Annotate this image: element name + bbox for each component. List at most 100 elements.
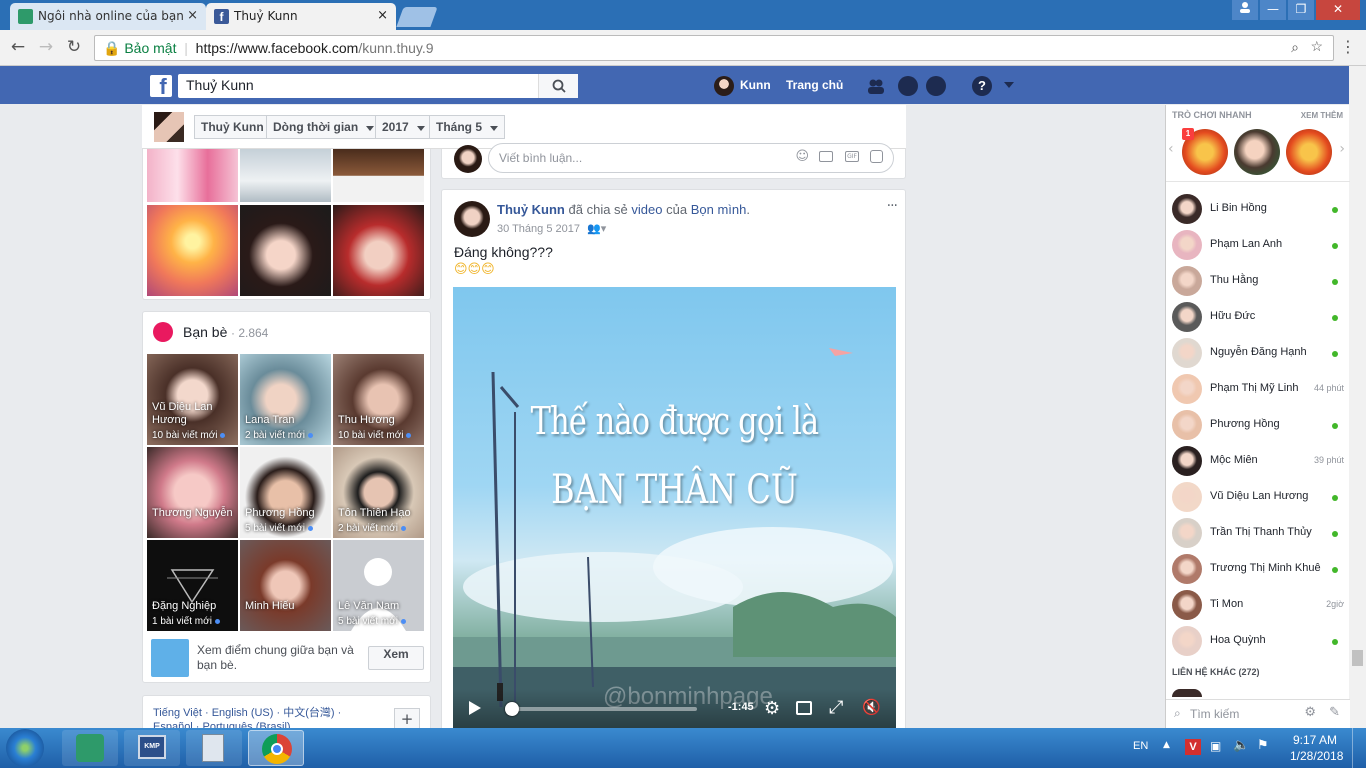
- audience-friends-icon[interactable]: 👥▾: [587, 222, 606, 235]
- games-next-chevron-icon[interactable]: ›: [1339, 141, 1345, 157]
- chat-contact[interactable]: Hoa Quỳnh: [1172, 623, 1348, 659]
- friend-tile[interactable]: Lana Tran 2 bài viết mới: [240, 354, 331, 445]
- post-options-button[interactable]: ···: [887, 198, 898, 214]
- clock-date[interactable]: 1/28/2018: [1290, 749, 1343, 763]
- profile-icon[interactable]: [1232, 0, 1258, 20]
- messenger-icon[interactable]: [898, 76, 918, 96]
- chrome-menu-icon[interactable]: ⋮: [1336, 36, 1360, 60]
- tab-facebook[interactable]: f Thuỷ Kunn ×: [206, 3, 396, 30]
- user-avatar[interactable]: [714, 76, 734, 96]
- games-prev-chevron-icon[interactable]: ‹: [1168, 141, 1174, 157]
- game-tile[interactable]: [1286, 129, 1332, 175]
- friend-tile[interactable]: Đặng Nghiệp 1 bài viết mới: [147, 540, 238, 631]
- see-more-games-link[interactable]: XEM THÊM: [1301, 111, 1343, 120]
- chat-contact[interactable]: Thu Hằng: [1172, 263, 1348, 299]
- restore-button[interactable]: ❐: [1288, 0, 1314, 20]
- action-center-flag-icon[interactable]: ⚑: [1257, 738, 1269, 753]
- see-friendship-button[interactable]: Xem: [368, 646, 424, 670]
- page-scrollbar[interactable]: [1349, 66, 1366, 728]
- sticker-icon[interactable]: [870, 150, 883, 163]
- account-menu-chevron-icon[interactable]: [1004, 82, 1014, 88]
- facebook-logo-icon[interactable]: f: [150, 75, 172, 99]
- chat-contact[interactable]: Trần Thị Thanh Thủy: [1172, 515, 1348, 551]
- chat-contact[interactable]: Phạm Thị Mỹ Linh 44 phút: [1172, 371, 1348, 407]
- friends-title[interactable]: Bạn bè: [183, 324, 227, 340]
- friend-tile[interactable]: Minh Hiếu: [240, 540, 331, 631]
- post-date-link[interactable]: 30 Tháng 5 2017: [497, 223, 580, 235]
- timeline-dropdown[interactable]: Dòng thời gian: [266, 115, 382, 139]
- month-dropdown[interactable]: Tháng 5: [429, 115, 506, 139]
- taskbar-calculator-app[interactable]: [186, 730, 242, 766]
- comment-input[interactable]: Viết bình luận... ☺ GIF: [488, 143, 894, 173]
- close-tab-icon[interactable]: ×: [377, 8, 388, 23]
- device-tray-icon[interactable]: ▣: [1210, 739, 1221, 753]
- post-author-avatar[interactable]: [454, 201, 490, 237]
- photo-thumbnail[interactable]: [240, 205, 331, 296]
- chat-contact[interactable]: Phương Hồng: [1172, 407, 1348, 443]
- zoom-icon[interactable]: ⌕: [1291, 39, 1299, 56]
- chat-search-bar[interactable]: ⌕ Tìm kiếm ⚙ ✎: [1166, 699, 1350, 728]
- video-progress-knob[interactable]: [505, 702, 519, 716]
- friend-tile[interactable]: Lê Văn Nam 5 bài viết mới: [333, 540, 424, 631]
- friend-tile[interactable]: Phương Hồng 5 bài viết mới: [240, 447, 331, 538]
- reload-icon[interactable]: ↻: [62, 36, 86, 60]
- settings-gear-icon[interactable]: ⚙: [764, 698, 780, 719]
- user-name-link[interactable]: Kunn: [740, 78, 771, 92]
- chat-settings-gear-icon[interactable]: ⚙: [1304, 705, 1316, 720]
- bookmark-star-icon[interactable]: ☆: [1310, 38, 1323, 55]
- emoji-icon[interactable]: ☺: [795, 149, 809, 164]
- facebook-search-input[interactable]: Thuỷ Kunn: [178, 74, 578, 98]
- friend-tile[interactable]: Vũ Diệu Lan Hương 10 bài viết mới: [147, 354, 238, 445]
- home-link[interactable]: Trang chủ: [786, 78, 843, 92]
- close-tab-icon[interactable]: ×: [187, 8, 198, 23]
- language-list[interactable]: Tiếng Việt · English (US) · 中文(台灣) · Esp…: [153, 706, 341, 728]
- tab-homestead[interactable]: Ngôi nhà online của bạn ×: [10, 3, 206, 30]
- photo-thumbnail[interactable]: [333, 149, 424, 202]
- photo-thumbnail[interactable]: [240, 149, 331, 202]
- chat-contact[interactable]: Mộc Miên 39 phút: [1172, 443, 1348, 479]
- search-icon[interactable]: [538, 74, 578, 98]
- play-icon[interactable]: [469, 701, 481, 715]
- back-arrow-icon[interactable]: ←: [6, 36, 30, 60]
- window-close-button[interactable]: ✕: [1316, 0, 1360, 20]
- start-button[interactable]: [6, 729, 44, 767]
- add-language-button[interactable]: +: [394, 708, 420, 728]
- show-hidden-icons-arrow-icon[interactable]: ▲: [1163, 740, 1170, 750]
- minimize-button[interactable]: —: [1260, 0, 1286, 20]
- scrollbar-thumb[interactable]: [1352, 650, 1363, 666]
- chat-contact[interactable]: Hữu Đức: [1172, 299, 1348, 335]
- help-icon[interactable]: ?: [972, 76, 992, 96]
- year-dropdown[interactable]: 2017: [375, 115, 432, 139]
- taskbar-chrome-app[interactable]: [248, 730, 304, 766]
- volume-icon[interactable]: 🔈: [1233, 738, 1249, 753]
- photo-thumbnail[interactable]: [333, 205, 424, 296]
- new-message-icon[interactable]: ✎: [1329, 705, 1340, 720]
- source-page-link[interactable]: Bọn mình: [691, 202, 747, 217]
- chat-contact[interactable]: Phạm Lan Anh: [1172, 227, 1348, 263]
- post-author-link[interactable]: Thuỷ Kunn: [497, 202, 565, 217]
- chat-contact[interactable]: Trương Thị Minh Khuê: [1172, 551, 1348, 587]
- profile-name-button[interactable]: Thuỷ Kunn: [194, 115, 271, 139]
- camera-icon[interactable]: [819, 151, 833, 162]
- friend-tile[interactable]: Tôn Thiên Hạo 2 bài viết mới: [333, 447, 424, 538]
- language-indicator[interactable]: EN: [1133, 740, 1148, 752]
- friend-tile[interactable]: Thu Hương 10 bài viết mới: [333, 354, 424, 445]
- antivirus-icon[interactable]: V: [1185, 739, 1201, 755]
- show-desktop-button[interactable]: [1352, 728, 1366, 768]
- notifications-globe-icon[interactable]: [926, 76, 946, 96]
- chat-contact[interactable]: Vũ Diệu Lan Hương: [1172, 479, 1348, 515]
- game-tile[interactable]: [1234, 129, 1280, 175]
- chat-contact[interactable]: Ti Mon 2giờ: [1172, 587, 1348, 623]
- chat-contact[interactable]: Nguyễn Đăng Hạnh: [1172, 335, 1348, 371]
- friend-requests-icon[interactable]: [866, 76, 886, 96]
- video-progress-track[interactable]: [505, 702, 697, 716]
- picture-in-picture-icon[interactable]: [796, 701, 812, 715]
- address-bar[interactable]: 🔒 Bảo mật | https://www.facebook.com/kun…: [94, 35, 1334, 61]
- new-tab-button[interactable]: [396, 7, 438, 27]
- video-player[interactable]: Thế nào được gọi là BẠN THÂN CŨ @bonminh…: [453, 287, 896, 728]
- taskbar-homestead-app[interactable]: [62, 730, 118, 766]
- taskbar-kmp-app[interactable]: KMP: [124, 730, 180, 766]
- mute-icon[interactable]: 🔇: [862, 698, 881, 716]
- fullscreen-icon[interactable]: ⤢: [829, 697, 843, 718]
- video-link[interactable]: video: [631, 202, 662, 217]
